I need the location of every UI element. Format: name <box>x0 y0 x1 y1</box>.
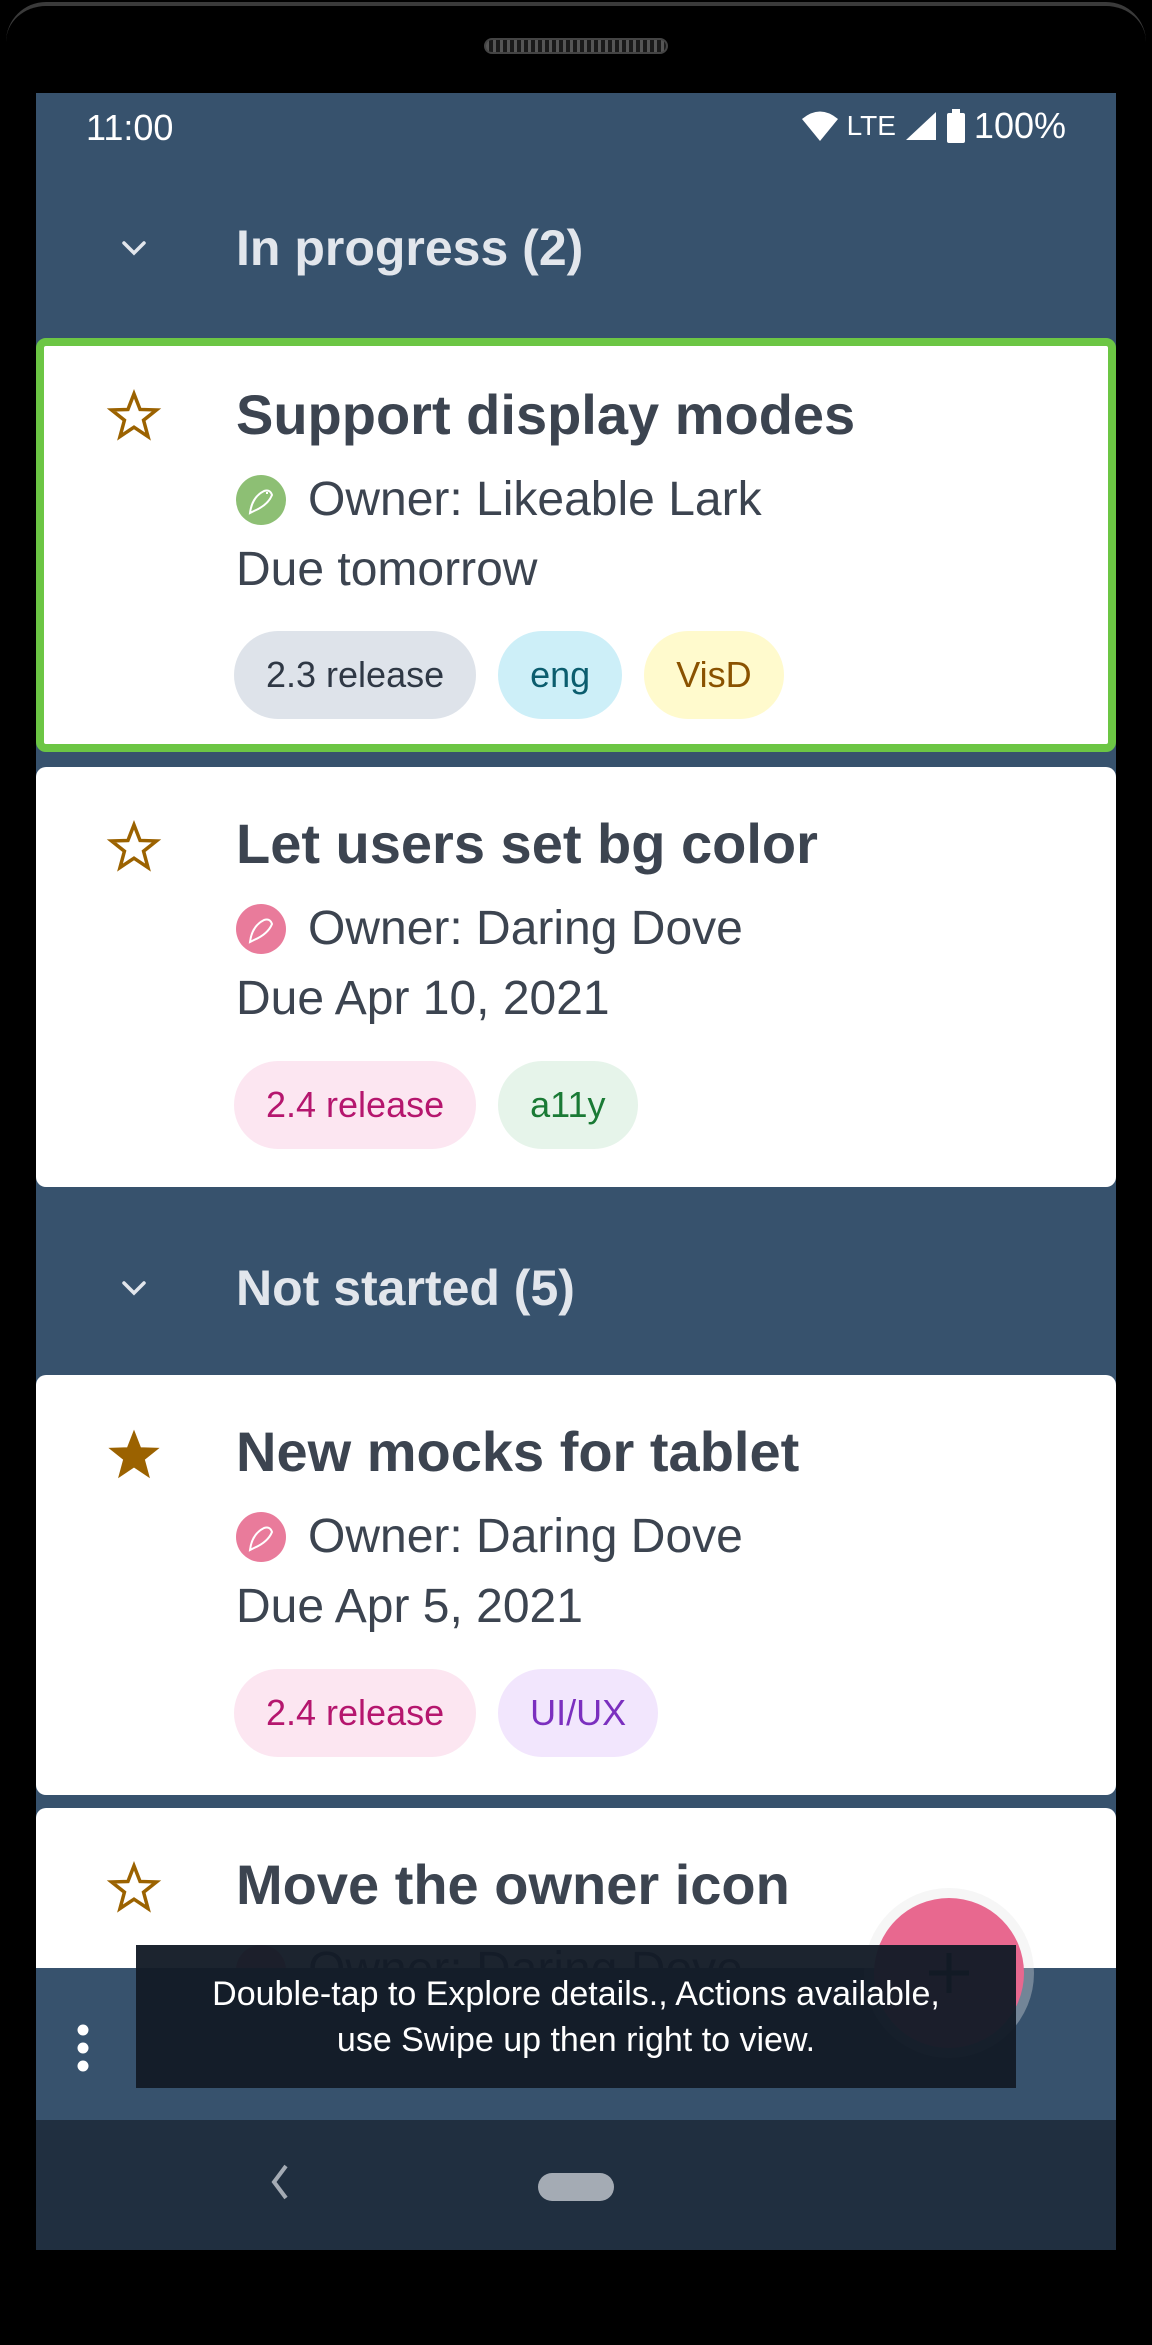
status-bar: 11:00 LTE 100% <box>36 93 1116 163</box>
task-tags: 2.4 release UI/UX <box>234 1669 659 1757</box>
section-title: Not started (5) <box>236 1260 575 1316</box>
task-due-date: Due Apr 5, 2021 <box>236 1580 583 1633</box>
chevron-down-icon[interactable] <box>116 1270 152 1306</box>
accessibility-hint-toast: Double-tap to Explore details., Actions … <box>136 1945 1016 2088</box>
task-title: Move the owner icon <box>236 1853 790 1916</box>
task-due-date: Due Apr 10, 2021 <box>236 972 610 1025</box>
status-time: 11:00 <box>86 107 174 148</box>
tag-chip[interactable]: 2.4 release <box>234 1061 477 1149</box>
tag-chip[interactable]: 2.3 release <box>234 631 477 719</box>
status-icons: LTE 100% <box>801 105 1066 147</box>
task-title: Let users set bg color <box>236 812 818 875</box>
bird-avatar-icon <box>236 1511 286 1562</box>
screen: 11:00 LTE 100% In progress (2) Support d… <box>36 93 1116 2250</box>
overflow-menu-icon[interactable] <box>76 2023 90 2073</box>
chevron-down-icon[interactable] <box>116 230 152 266</box>
bird-avatar-icon <box>236 903 286 954</box>
star-outline-icon[interactable] <box>106 819 162 875</box>
section-header-not-started[interactable]: Not started (5) <box>36 1213 1116 1363</box>
tag-chip[interactable]: eng <box>498 631 623 719</box>
bird-avatar-icon <box>236 474 286 525</box>
network-type: LTE <box>846 110 896 141</box>
task-title: Support display modes <box>236 383 856 446</box>
wifi-icon <box>801 111 838 141</box>
battery-icon <box>946 109 965 143</box>
home-pill-icon[interactable] <box>538 2173 614 2201</box>
tag-chip[interactable]: VisD <box>644 631 784 719</box>
tag-chip[interactable]: a11y <box>498 1061 638 1149</box>
tag-chip[interactable]: 2.4 release <box>234 1669 477 1757</box>
task-card[interactable]: New mocks for tablet Owner: Daring Dove … <box>36 1375 1116 1795</box>
section-header-in-progress[interactable]: In progress (2) <box>36 173 1116 323</box>
task-tags: 2.4 release a11y <box>234 1061 638 1149</box>
task-card[interactable]: Let users set bg color Owner: Daring Dov… <box>36 767 1116 1187</box>
task-owner: Owner: Daring Dove <box>236 901 743 956</box>
star-outline-icon[interactable] <box>106 1860 162 1916</box>
owner-name: Owner: Daring Dove <box>308 1510 743 1563</box>
task-owner: Owner: Daring Dove <box>236 1509 743 1564</box>
signal-icon <box>905 112 936 140</box>
device-frame: 11:00 LTE 100% In progress (2) Support d… <box>0 0 1152 2345</box>
star-outline-icon[interactable] <box>106 388 162 444</box>
owner-name: Owner: Daring Dove <box>308 902 743 955</box>
owner-name: Owner: Likeable Lark <box>308 473 762 526</box>
task-card[interactable]: Support display modes Owner: Likeable La… <box>36 338 1116 752</box>
system-nav-bar <box>36 2120 1116 2250</box>
task-due-date: Due tomorrow <box>236 543 538 596</box>
toast-line-1: Double-tap to Explore details., Actions … <box>212 1974 940 2013</box>
battery-level: 100% <box>973 105 1066 146</box>
toast-line-2: use Swipe up then right to view. <box>336 2020 816 2059</box>
device-speaker <box>484 38 668 54</box>
tag-chip[interactable]: UI/UX <box>498 1669 659 1757</box>
task-title: New mocks for tablet <box>236 1420 800 1483</box>
device-edge <box>6 2 1146 42</box>
star-filled-icon[interactable] <box>106 1427 162 1483</box>
back-icon[interactable] <box>264 2160 294 2204</box>
task-owner: Owner: Likeable Lark <box>236 472 762 527</box>
task-tags: 2.3 release eng VisD <box>234 631 784 719</box>
section-title: In progress (2) <box>236 220 584 276</box>
